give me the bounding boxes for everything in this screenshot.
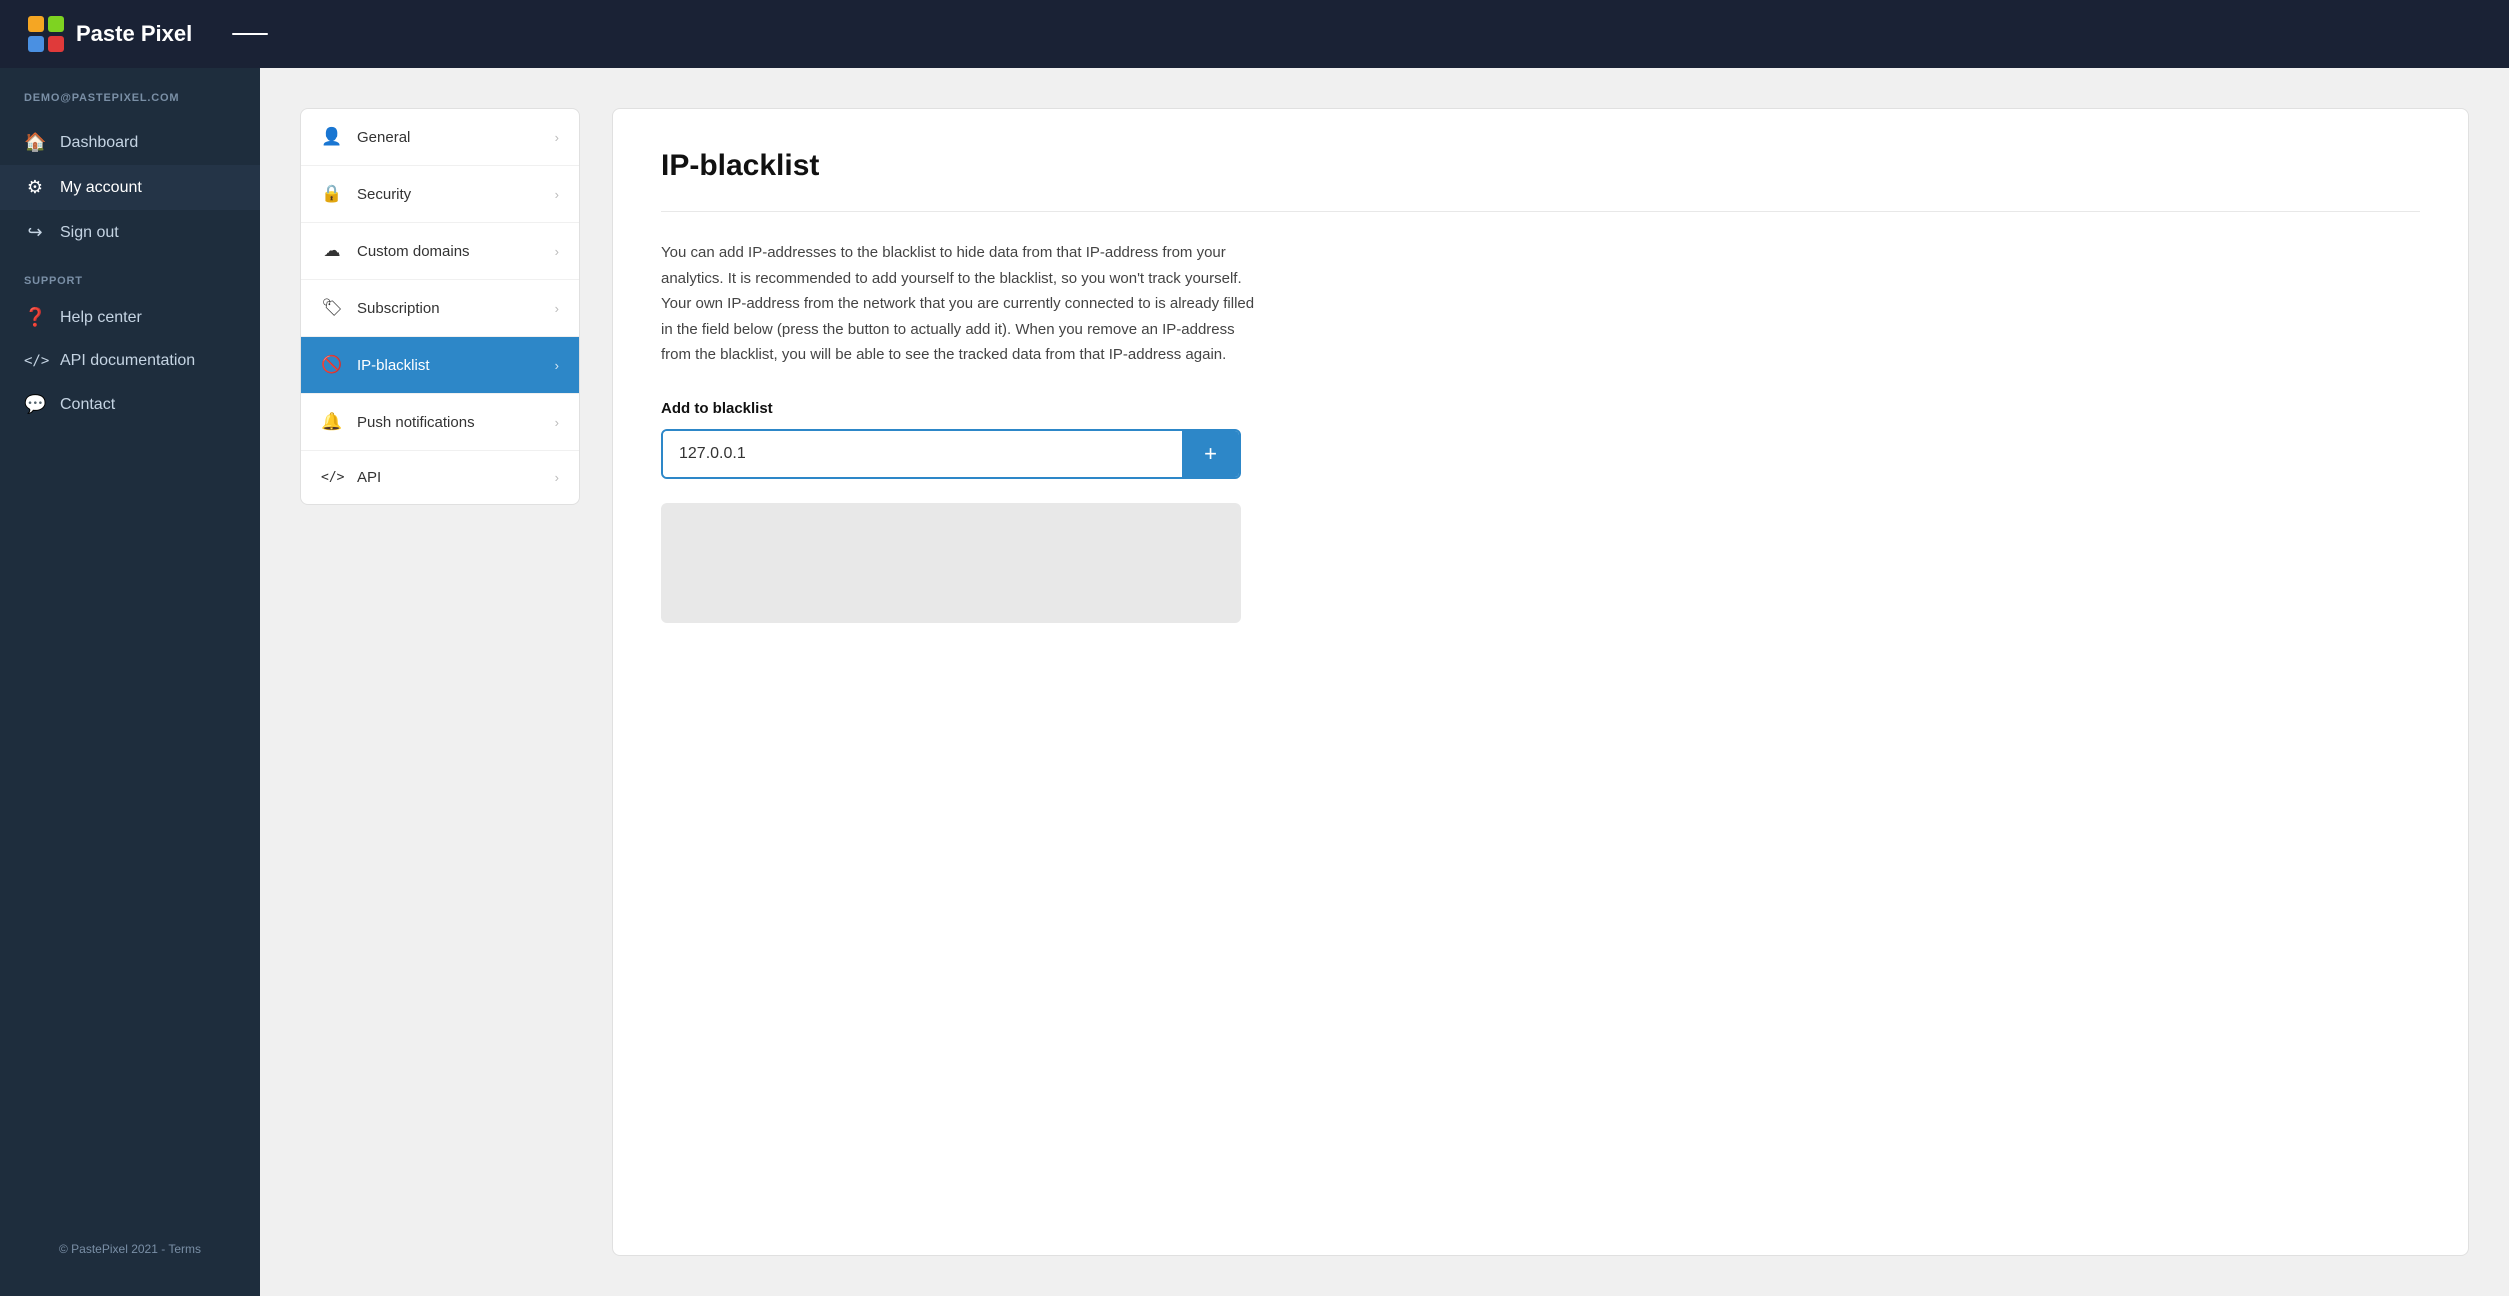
add-to-blacklist-label: Add to blacklist <box>661 400 2420 417</box>
settings-item-label-general: General <box>357 129 541 146</box>
tag-icon: 🏷 <box>321 298 343 318</box>
settings-item-label-subscription: Subscription <box>357 300 541 317</box>
sidebar-item-label-help-center: Help center <box>60 309 142 327</box>
page-divider <box>661 211 2420 212</box>
ip-input-row: + <box>661 429 1241 479</box>
sidebar-item-help-center[interactable]: ❓ Help center <box>0 295 260 340</box>
code-icon: </> <box>321 470 343 485</box>
blacklist-table-area <box>661 503 1241 623</box>
support-section-label: SUPPORT <box>0 255 260 295</box>
home-icon: 🏠 <box>24 132 46 153</box>
help-icon: ❓ <box>24 307 46 328</box>
lock-icon: 🔒 <box>321 184 343 204</box>
contact-icon: 💬 <box>24 394 46 415</box>
sidebar-item-label-api-docs: API documentation <box>60 352 195 370</box>
app-title: Paste Pixel <box>76 21 192 47</box>
sidebar-item-label-dashboard: Dashboard <box>60 134 138 152</box>
page-description: You can add IP-addresses to the blacklis… <box>661 240 1261 368</box>
settings-menu-item-security[interactable]: 🔒 Security › <box>301 166 579 223</box>
settings-item-label-security: Security <box>357 186 541 203</box>
settings-menu-item-subscription[interactable]: 🏷 Subscription › <box>301 280 579 337</box>
sidebar-nav: 🏠 Dashboard ⚙ My account ↪ Sign out SUPP… <box>0 120 260 1226</box>
logo-icon <box>28 16 64 52</box>
settings-menu-item-api[interactable]: </> API › <box>301 451 579 504</box>
sidebar-item-contact[interactable]: 💬 Contact <box>0 382 260 427</box>
sign-out-icon: ↪ <box>24 222 46 243</box>
settings-menu-item-custom-domains[interactable]: ☁ Custom domains › <box>301 223 579 280</box>
person-icon: 👤 <box>321 127 343 147</box>
content-area: 👤 General › 🔒 Security › ☁ Custom domain… <box>260 68 2509 1296</box>
sidebar-item-label-contact: Contact <box>60 396 115 414</box>
chevron-icon-subscription: › <box>555 301 559 316</box>
settings-item-label-custom-domains: Custom domains <box>357 243 541 260</box>
api-docs-icon: </> <box>24 353 46 369</box>
sidebar-footer: © PastePixel 2021 - Terms <box>0 1226 260 1272</box>
sidebar-item-label-my-account: My account <box>60 179 142 197</box>
page-title: IP-blacklist <box>661 149 2420 183</box>
topbar: Paste Pixel <box>0 0 2509 68</box>
gear-icon: ⚙ <box>24 177 46 198</box>
sidebar: DEMO@PASTEPIXEL.COM 🏠 Dashboard ⚙ My acc… <box>0 68 260 1296</box>
settings-menu-item-general[interactable]: 👤 General › <box>301 109 579 166</box>
sidebar-item-sign-out[interactable]: ↪ Sign out <box>0 210 260 255</box>
settings-menu: 👤 General › 🔒 Security › ☁ Custom domain… <box>300 108 580 505</box>
settings-menu-item-ip-blacklist[interactable]: 🚫 IP-blacklist › <box>301 337 579 394</box>
chevron-icon-api: › <box>555 470 559 485</box>
main-layout: DEMO@PASTEPIXEL.COM 🏠 Dashboard ⚙ My acc… <box>0 68 2509 1296</box>
settings-item-label-api: API <box>357 469 541 486</box>
chevron-icon-custom-domains: › <box>555 244 559 259</box>
sidebar-item-label-sign-out: Sign out <box>60 224 119 242</box>
cloud-icon: ☁ <box>321 241 343 261</box>
topbar-divider <box>232 33 268 35</box>
block-icon: 🚫 <box>321 355 343 375</box>
ip-address-input[interactable] <box>663 431 1182 477</box>
page-content: IP-blacklist You can add IP-addresses to… <box>612 108 2469 1256</box>
sidebar-user-email: DEMO@PASTEPIXEL.COM <box>0 92 260 120</box>
sidebar-item-dashboard[interactable]: 🏠 Dashboard <box>0 120 260 165</box>
bell-icon: 🔔 <box>321 412 343 432</box>
settings-menu-item-push-notifications[interactable]: 🔔 Push notifications › <box>301 394 579 451</box>
chevron-icon-general: › <box>555 130 559 145</box>
chevron-icon-push-notifications: › <box>555 415 559 430</box>
logo: Paste Pixel <box>28 16 192 52</box>
sidebar-item-api-docs[interactable]: </> API documentation <box>0 340 260 382</box>
settings-item-label-ip-blacklist: IP-blacklist <box>357 357 541 374</box>
sidebar-item-my-account[interactable]: ⚙ My account <box>0 165 260 210</box>
chevron-icon-ip-blacklist: › <box>555 358 559 373</box>
chevron-icon-security: › <box>555 187 559 202</box>
settings-item-label-push-notifications: Push notifications <box>357 414 541 431</box>
add-ip-button[interactable]: + <box>1182 431 1239 477</box>
